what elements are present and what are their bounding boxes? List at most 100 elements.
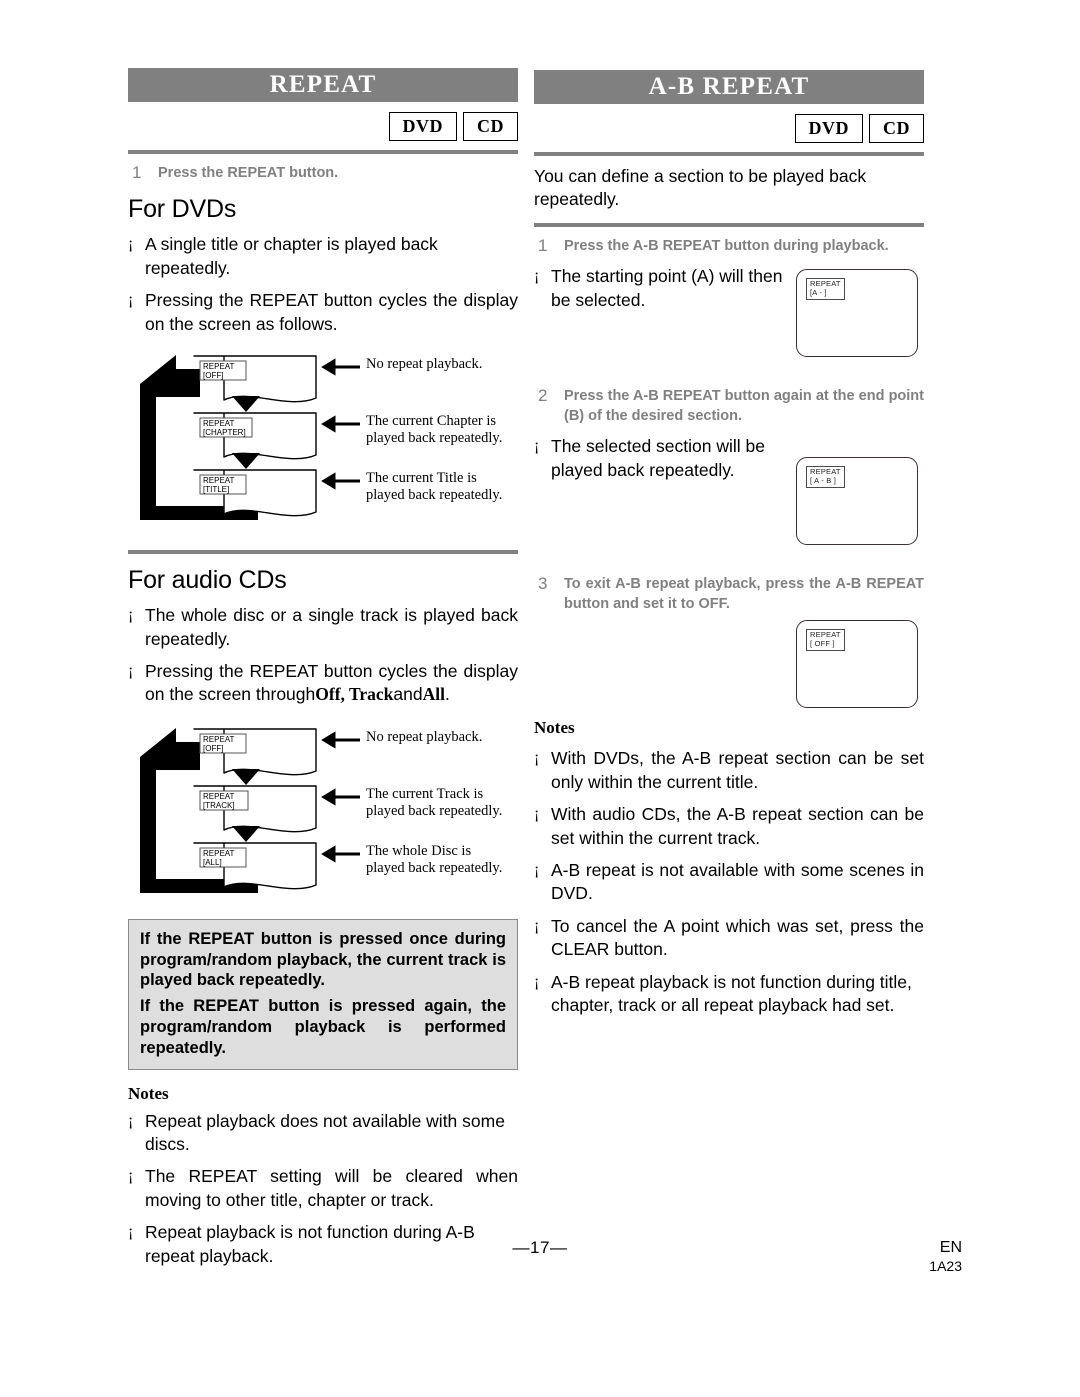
repeat-callout-box: If the REPEAT button is pressed once dur…: [128, 918, 518, 1070]
bullet-glyph: ¡: [534, 437, 540, 455]
bullet-glyph: ¡: [534, 805, 540, 823]
bullet-glyph: ¡: [128, 1167, 134, 1185]
divider-rule: [128, 150, 518, 154]
bullet-glyph: ¡: [128, 235, 134, 253]
dvd-flow-caption-3: The current Title is played back repeate…: [366, 470, 503, 504]
step-text: Press the A-B REPEAT button again at the…: [564, 388, 924, 425]
bullet-glyph: ¡: [534, 916, 540, 934]
badge-dvd: DVD: [794, 114, 863, 143]
ab-repeat-section-title: A-B REPEAT: [534, 70, 924, 104]
bullet-glyph: ¡: [128, 291, 134, 309]
osd-text: [OFF]: [203, 371, 223, 380]
left-note-1: ¡ Repeat playback does not available wit…: [128, 1110, 518, 1157]
right-step-1: 1 Press the A-B REPEAT button during pla…: [534, 236, 924, 256]
cd-flow-caption-3: The whole Disc is played back repeatedly…: [366, 842, 503, 876]
left-column: REPEAT DVD CD 1 Press the REPEAT button.…: [128, 68, 518, 1268]
cd-mode-list-2: All: [422, 684, 445, 705]
step-2-bullet: ¡ The selected section will be played ba…: [534, 435, 786, 482]
osd-repeat-a: REPEAT [A - ]: [806, 278, 845, 301]
left-step-1: 1 Press the REPEAT button.: [128, 163, 518, 183]
dvd-bullet-2: ¡ Pressing the REPEAT button cycles the …: [128, 289, 518, 336]
osd-text: REPEAT: [203, 849, 235, 858]
right-note-5: ¡ A-B repeat playback is not function du…: [534, 971, 924, 1018]
osd-text: [TRACK]: [203, 801, 235, 810]
cd-bullet-1: ¡ The whole disc or a single track is pl…: [128, 604, 518, 651]
cd-mode-list-1: Off, Track: [315, 684, 394, 705]
bullet-glyph: ¡: [128, 1111, 134, 1129]
step-1-bullet-text: The starting point (A) will then be sele…: [551, 266, 783, 310]
right-step-3: 3 To exit A-B repeat playback, press the…: [534, 574, 924, 614]
cd-flow-caption-1: No repeat playback.: [366, 728, 483, 745]
step-1-bullet: ¡ The starting point (A) will then be se…: [534, 265, 786, 312]
badge-dvd: DVD: [388, 112, 457, 141]
callout-paragraph-2: If the REPEAT button is pressed again, t…: [140, 997, 506, 1057]
step-text: To exit A-B repeat playback, press the A…: [564, 576, 924, 613]
osd-text: REPEAT: [203, 362, 235, 371]
osd-text: REPEAT: [203, 476, 235, 485]
bullet-glyph: ¡: [534, 861, 540, 879]
right-note-1-text: With DVDs, the A-B repeat section can be…: [551, 748, 924, 792]
right-note-4: ¡ To cancel the A point which was set, p…: [534, 915, 924, 962]
dvd-bullet-1: ¡ A single title or chapter is played ba…: [128, 233, 518, 280]
step-2-bullet-text: The selected section will be played back…: [551, 436, 765, 480]
right-note-3: ¡ A-B repeat is not available with some …: [534, 859, 924, 906]
cd-flow-caption-2: The current Track is played back repeate…: [366, 785, 503, 819]
bullet-glyph: ¡: [128, 606, 134, 624]
bullet-glyph: ¡: [534, 267, 540, 285]
osd-text: REPEAT: [203, 792, 235, 801]
bullet-glyph: ¡: [534, 972, 540, 990]
dvd-repeat-flow-diagram: REPEAT [OFF] REPEAT [CHAPTER] REPEAT [TI…: [128, 348, 518, 530]
right-disc-badges: DVD CD: [534, 114, 924, 143]
tv-screen-ab-section: REPEAT[ A - B ]: [796, 457, 918, 546]
dvd-flow-caption-1: No repeat playback.: [366, 356, 483, 373]
osd-text: REPEAT: [203, 735, 235, 744]
callout-paragraph-1: If the REPEAT button is pressed once dur…: [140, 929, 506, 990]
cd-flow-graphic: REPEAT [OFF] REPEAT [TRACK] REPEAT [ALL]: [140, 727, 360, 893]
osd-text: [OFF]: [203, 744, 223, 753]
tv-screen-a-point: REPEAT [A - ]: [796, 269, 918, 358]
heading-for-audio-cds: For audio CDs: [128, 566, 287, 595]
step-number: 2: [538, 386, 548, 406]
step-2-block: ¡ The selected section will be played ba…: [534, 435, 924, 565]
right-column: A-B REPEAT DVD CD You can define a secti…: [534, 70, 924, 1018]
osd-line-2: [ OFF ]: [810, 638, 835, 648]
cd-repeat-flow-diagram: REPEAT [OFF] REPEAT [TRACK] REPEAT [ALL]…: [128, 721, 518, 903]
right-note-1: ¡ With DVDs, the A-B repeat section can …: [534, 747, 924, 794]
divider-rule-2: [128, 550, 518, 555]
left-note-1-text: Repeat playback does not available with …: [145, 1110, 505, 1155]
footer-meta: EN 1A23: [929, 1238, 962, 1275]
right-note-2-text: With audio CDs, the A-B repeat section c…: [551, 804, 924, 848]
right-notes-title: Notes: [534, 718, 575, 738]
footer-code: 1A23: [929, 1257, 962, 1274]
cd-bullet-2: ¡ Pressing the REPEAT button cycles the …: [128, 660, 518, 707]
cd-bullet-2-mid: and: [393, 684, 423, 705]
right-note-2: ¡ With audio CDs, the A-B repeat section…: [534, 803, 924, 850]
divider-rule-2: [534, 222, 924, 227]
bullet-glyph: ¡: [534, 749, 540, 767]
step-text: Press the A-B REPEAT button during playb…: [564, 237, 889, 254]
right-note-4-text: To cancel the A point which was set, pre…: [551, 915, 924, 960]
right-note-5-text: A-B repeat playback is not function duri…: [551, 971, 912, 1016]
step-number: 1: [538, 235, 548, 255]
osd-text: [ALL]: [203, 858, 222, 867]
step-1-block: ¡ The starting point (A) will then be se…: [534, 265, 924, 377]
dvd-flow-graphic: REPEAT [OFF] REPEAT [CHAPTER] REPEAT [TI…: [140, 355, 360, 521]
left-note-2: ¡ The REPEAT setting will be cleared whe…: [128, 1165, 518, 1212]
osd-text: REPEAT: [203, 419, 235, 428]
repeat-section-title: REPEAT: [128, 68, 518, 102]
step-number: 1: [132, 163, 142, 182]
left-notes-title: Notes: [128, 1083, 169, 1103]
left-note-2-text: The REPEAT setting will be cleared when …: [145, 1166, 518, 1210]
osd-line-2: [A - ]: [810, 287, 827, 297]
footer-language: EN: [939, 1239, 962, 1256]
badge-cd: CD: [463, 112, 518, 141]
cd-bullet-1-text: The whole disc or a single track is play…: [145, 605, 518, 649]
right-note-3-text: A-B repeat is not available with some sc…: [551, 860, 924, 904]
heading-for-dvds: For DVDs: [128, 195, 237, 224]
ab-intro-text: You can define a section to be played ba…: [534, 166, 867, 210]
step-3-block: REPEAT[ OFF ]: [534, 614, 924, 718]
badge-cd: CD: [869, 114, 924, 143]
osd-text: [TITLE]: [203, 485, 229, 494]
dvd-bullet-1-text: A single title or chapter is played back…: [145, 234, 438, 278]
step-text: Press the REPEAT button.: [158, 165, 339, 181]
